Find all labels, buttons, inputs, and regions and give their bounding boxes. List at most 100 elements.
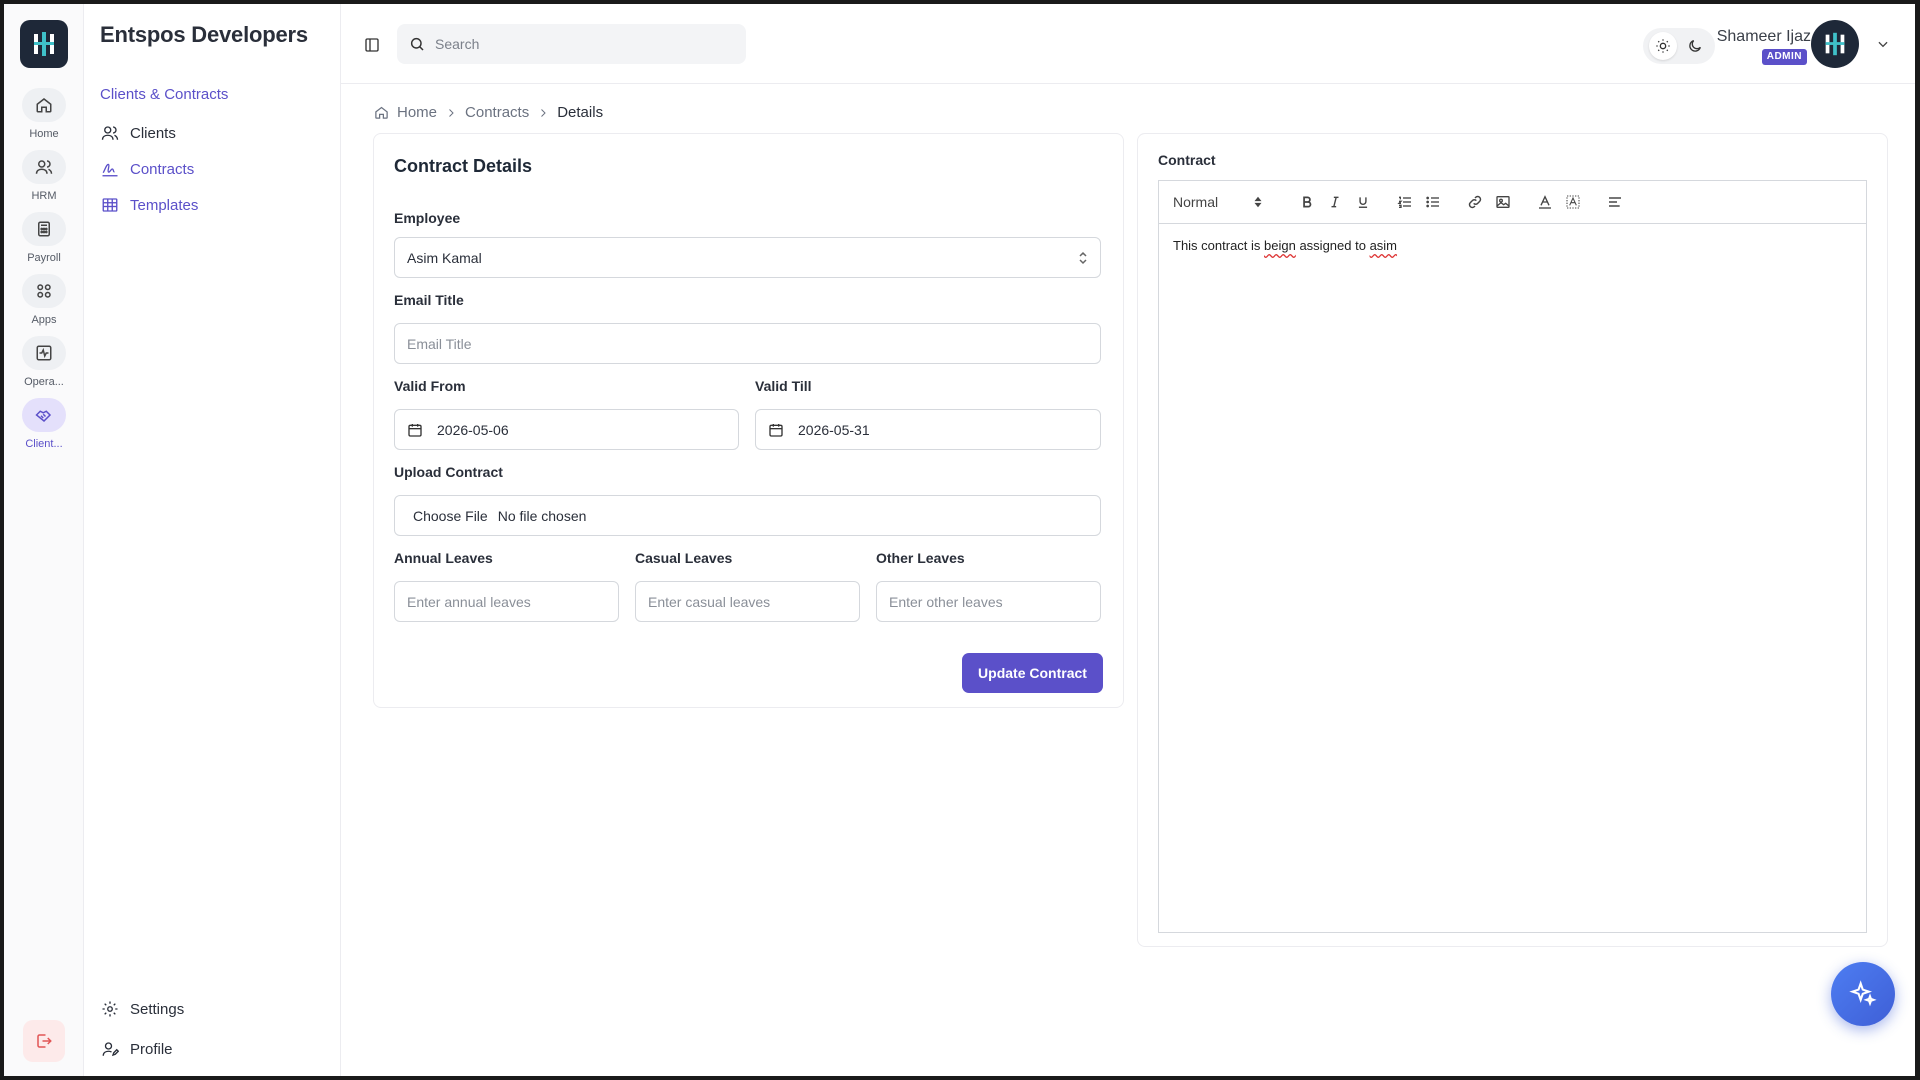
sidebar-item-profile[interactable]: Profile	[100, 1037, 173, 1061]
align-button[interactable]	[1601, 190, 1629, 214]
chevron-down-icon	[1878, 41, 1888, 48]
bold-button[interactable]	[1293, 190, 1321, 214]
valid-till-field[interactable]: 2026-05-31	[755, 409, 1101, 450]
employee-value: Asim Kamal	[407, 249, 482, 266]
search-box[interactable]	[397, 24, 746, 64]
email-title-field[interactable]	[394, 323, 1101, 364]
sidebar-item-contracts[interactable]: Contracts	[100, 157, 194, 181]
calculator-icon	[22, 212, 66, 246]
pulse-icon	[22, 336, 66, 370]
theme-switch	[1643, 28, 1715, 64]
icon-rail: Home HRM Payroll Apps Opera... Client...	[4, 4, 84, 1076]
sidebar-panel-icon	[365, 38, 379, 52]
upload-contract-field[interactable]: Choose File No file chosen	[394, 495, 1101, 536]
users-icon	[22, 150, 66, 184]
rail-label: Payroll	[27, 252, 61, 264]
calendar-icon	[768, 422, 784, 438]
rail-label: Opera...	[24, 376, 64, 388]
sidebar-item-label: Templates	[130, 196, 199, 214]
editor-text: assigned to	[1295, 238, 1370, 253]
sidebar-item-settings[interactable]: Settings	[100, 997, 184, 1021]
sidebar-item-label: Profile	[130, 1040, 173, 1058]
rail-item-operations[interactable]: Opera...	[4, 336, 84, 388]
italic-button[interactable]	[1321, 190, 1349, 214]
sidebar-section-title[interactable]: Clients & Contracts	[100, 86, 228, 103]
annual-leaves-input[interactable]	[407, 593, 606, 610]
card-title: Contract Details	[394, 156, 533, 176]
breadcrumb-current: Details	[557, 104, 604, 121]
choose-file-button[interactable]: Choose File	[413, 508, 488, 524]
ai-assistant-button[interactable]	[1831, 962, 1895, 1026]
app-logo[interactable]	[20, 20, 68, 68]
email-title-input[interactable]	[407, 335, 1088, 352]
toggle-sidebar-button[interactable]	[361, 34, 383, 56]
other-leaves-input[interactable]	[889, 593, 1088, 610]
chevron-right-icon	[449, 108, 454, 117]
underline-icon	[1358, 197, 1368, 208]
other-leaves-field[interactable]	[876, 581, 1101, 622]
breadcrumb-contracts[interactable]: Contracts	[465, 104, 529, 121]
select-arrows-icon	[1254, 196, 1262, 208]
rail-item-hrm[interactable]: HRM	[4, 150, 84, 202]
format-select-value: Normal	[1173, 194, 1219, 210]
valid-from-value: 2026-05-06	[437, 421, 509, 438]
grid-icon	[22, 274, 66, 308]
handshake-icon	[22, 398, 66, 432]
logout-icon	[37, 1034, 52, 1048]
home-icon	[22, 88, 66, 122]
background-color-button[interactable]	[1559, 190, 1587, 214]
search-input[interactable]	[435, 36, 715, 52]
bold-icon	[1303, 196, 1312, 208]
valid-from-field[interactable]: 2026-05-06	[394, 409, 739, 450]
casual-leaves-input[interactable]	[648, 593, 847, 610]
rail-item-home[interactable]: Home	[4, 88, 84, 140]
rail-label: HRM	[31, 190, 57, 202]
search-icon	[410, 37, 424, 51]
sidebar-item-clients[interactable]: Clients	[100, 121, 176, 145]
sidebar-item-templates[interactable]: Templates	[100, 193, 198, 217]
contract-editor-content[interactable]: This contract is beign assigned to asim	[1158, 223, 1867, 933]
logout-button[interactable]	[23, 1020, 65, 1062]
sidebar-item-label: Clients	[130, 124, 176, 142]
light-mode-button[interactable]	[1649, 32, 1677, 60]
rail-item-apps[interactable]: Apps	[4, 274, 84, 326]
valid-till-label: Valid Till	[755, 378, 812, 394]
image-button[interactable]	[1489, 190, 1517, 214]
rail-label: Apps	[31, 314, 57, 326]
bullet-list-button[interactable]	[1419, 190, 1447, 214]
underline-button[interactable]	[1349, 190, 1377, 214]
sidebar: Entspos Developers Clients & Contracts C…	[84, 4, 341, 1076]
editor-label: Contract	[1158, 152, 1216, 168]
rail-item-payroll[interactable]: Payroll	[4, 212, 84, 264]
employee-select[interactable]: Asim Kamal	[394, 237, 1101, 278]
contract-details-card: Contract Details Employee Asim Kamal Ema…	[373, 133, 1124, 708]
update-contract-button[interactable]: Update Contract	[962, 653, 1103, 693]
breadcrumb-home[interactable]: Home	[397, 104, 437, 121]
text-color-button[interactable]	[1531, 190, 1559, 214]
no-file-text: No file chosen	[497, 507, 587, 524]
format-select[interactable]: Normal	[1173, 194, 1263, 210]
sun-icon	[1656, 39, 1670, 53]
link-button[interactable]	[1461, 190, 1489, 214]
gear-icon	[100, 999, 120, 1019]
avatar[interactable]	[1811, 20, 1859, 68]
link-icon	[1468, 195, 1482, 209]
ordered-list-icon	[1397, 196, 1411, 208]
annual-leaves-field[interactable]	[394, 581, 619, 622]
annual-leaves-label: Annual Leaves	[394, 550, 493, 566]
user-name[interactable]: Shameer Ijaz	[1717, 28, 1811, 46]
rail-label: Home	[29, 128, 59, 140]
app-window: Home HRM Payroll Apps Opera... Client...…	[4, 4, 1915, 1076]
sparkles-icon	[1849, 980, 1877, 1007]
avatar-logo-icon	[1825, 32, 1845, 56]
sidebar-item-label: Settings	[130, 1000, 185, 1018]
email-title-label: Email Title	[394, 292, 464, 308]
editor-text: This contract is	[1173, 238, 1265, 253]
moon-icon	[1689, 40, 1701, 52]
dark-mode-button[interactable]	[1681, 32, 1709, 60]
user-menu-chevron[interactable]	[1875, 36, 1891, 52]
ordered-list-button[interactable]	[1391, 190, 1419, 214]
align-left-icon	[1609, 197, 1621, 207]
rail-item-clients[interactable]: Client...	[4, 398, 84, 450]
casual-leaves-field[interactable]	[635, 581, 860, 622]
